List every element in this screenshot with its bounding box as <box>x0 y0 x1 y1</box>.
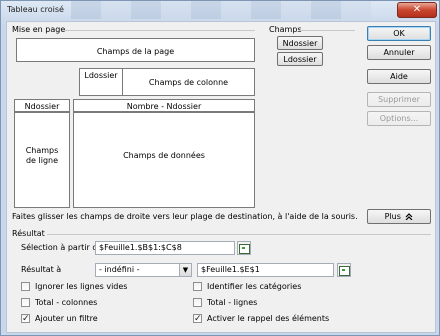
ignore-empty-rows-label[interactable]: Ignorer les lignes vides <box>35 282 127 291</box>
dialog-window: Tableau croisé ✕ Mise en page Champs Cha… <box>0 0 440 336</box>
check-icon: ✓ <box>22 314 30 324</box>
result-target-combo[interactable]: - indéfini - ▼ <box>95 263 192 277</box>
dialog-client-area: Mise en page Champs Champs de la page Ld… <box>6 21 436 333</box>
total-rows-label[interactable]: Total - lignes <box>207 298 257 307</box>
result-target-input[interactable]: $Feuille1.$E$1 <box>197 263 334 277</box>
row-fields-area[interactable]: Champs de ligne <box>14 112 70 208</box>
cancel-button[interactable]: Annuler <box>367 45 431 60</box>
identify-categories-label[interactable]: Identifier les catégories <box>207 282 301 291</box>
add-filter-label[interactable]: Ajouter un filtre <box>35 314 98 323</box>
result-group-label: Résultat <box>12 229 45 238</box>
row-field-tag[interactable]: Ndossier <box>14 99 70 112</box>
total-rows-checkbox[interactable] <box>193 298 202 307</box>
double-chevron-up-icon <box>405 213 413 221</box>
selection-label: Sélection à partir de <box>21 243 103 252</box>
data-field-tag-label: Nombre - Ndossier <box>126 102 202 111</box>
row-fields-label-line1: Champs <box>25 146 59 155</box>
window-title: Tableau croisé <box>7 5 64 14</box>
shrink-icon <box>338 266 350 276</box>
result-shrink-button[interactable] <box>337 263 351 277</box>
ok-button[interactable]: OK <box>367 26 431 41</box>
shrink-icon <box>238 244 250 254</box>
row-fields-label-line2: de ligne <box>25 156 59 165</box>
add-filter-checkbox[interactable]: ✓ <box>21 314 30 324</box>
column-fields-area[interactable]: Champs de colonne <box>122 68 255 96</box>
page-fields-area[interactable]: Champs de la page <box>16 38 255 62</box>
enable-drill-checkbox[interactable]: ✓ <box>193 314 202 324</box>
help-button[interactable]: Aide <box>367 69 431 84</box>
drag-hint: Faites glisser les champs de droite vers… <box>12 212 358 221</box>
field-button-ldossier[interactable]: Ldossier <box>277 52 323 66</box>
layout-group-divider <box>65 30 255 31</box>
field-button-ndossier[interactable]: Ndossier <box>277 36 323 50</box>
column-fields-label: Champs de colonne <box>148 78 229 87</box>
enable-drill-label[interactable]: Activer le rappel des éléments <box>207 314 329 323</box>
total-columns-label[interactable]: Total - colonnes <box>35 298 97 307</box>
more-button[interactable]: Plus <box>367 209 431 224</box>
selection-range-input[interactable]: $Feuille1.$B$1:$C$8 <box>95 241 235 255</box>
selection-shrink-button[interactable] <box>237 241 251 255</box>
result-target-combo-value: - indéfini - <box>99 265 140 274</box>
layout-group-label: Mise en page <box>12 25 66 34</box>
column-field-tag-label: Ldossier <box>84 71 118 80</box>
chevron-down-icon[interactable]: ▼ <box>179 264 191 276</box>
identify-categories-checkbox[interactable] <box>193 282 202 291</box>
more-button-label: Plus <box>384 212 401 221</box>
title-bar <box>71 1 371 19</box>
data-fields-area[interactable]: Champs de données <box>73 112 255 208</box>
column-field-tag-base <box>79 80 123 96</box>
result-group-divider <box>47 234 431 235</box>
page-fields-label: Champs de la page <box>96 47 175 56</box>
ignore-empty-rows-checkbox[interactable] <box>21 282 30 291</box>
close-icon: ✕ <box>412 4 422 15</box>
total-columns-checkbox[interactable] <box>21 298 30 307</box>
row-field-tag-label: Ndossier <box>24 102 60 111</box>
result-to-label: Résultat à <box>21 265 62 274</box>
close-button[interactable]: ✕ <box>397 2 437 18</box>
fields-group-divider <box>299 30 355 31</box>
options-button[interactable]: Options... <box>367 111 431 126</box>
fields-group-label: Champs <box>269 25 302 34</box>
data-field-tag[interactable]: Nombre - Ndossier <box>73 99 255 112</box>
data-fields-label: Champs de données <box>123 151 205 160</box>
delete-button[interactable]: Supprimer <box>367 92 431 107</box>
check-icon: ✓ <box>194 314 202 324</box>
